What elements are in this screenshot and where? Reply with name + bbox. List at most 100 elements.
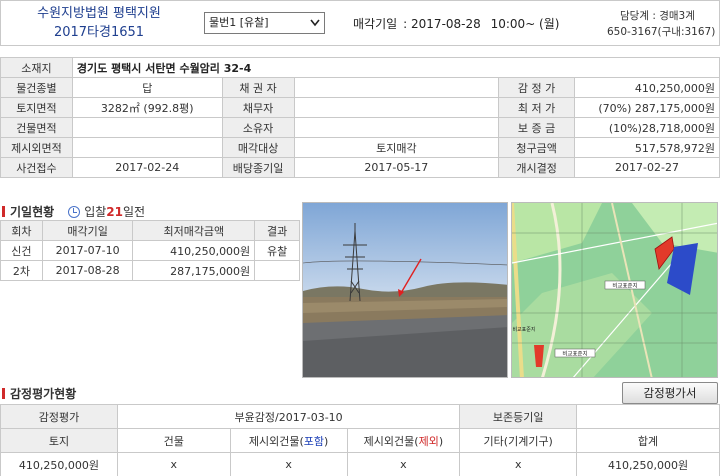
header-text: ) bbox=[324, 434, 329, 448]
column-header: 매각기일 bbox=[41, 220, 134, 241]
bid-history-heading: 기일현황 입찰21일전 bbox=[2, 203, 145, 220]
header-text: 제시외건물( bbox=[363, 434, 419, 448]
table-header-row: 토지 건물 제시외건물(포함) 제시외건물(제외) 기타(기계기구) 합계 bbox=[0, 428, 720, 453]
case-number: 2017타경1651 bbox=[53, 25, 145, 40]
days-prefix: 입찰 bbox=[84, 205, 107, 219]
cell-value: 답 bbox=[71, 77, 223, 98]
cell-value: 2017-05-17 bbox=[293, 157, 500, 178]
location-value: 경기도 평택시 서탄면 수월암리 32-4 bbox=[71, 57, 720, 78]
cell-value bbox=[293, 117, 500, 138]
map-label: 비교표준지 bbox=[562, 350, 587, 358]
cell-value bbox=[293, 77, 500, 98]
table-row: 감정평가 부윤감정/2017-03-10 보존등기일 bbox=[0, 404, 720, 429]
table-row: 토지면적 3282㎡ (992.8평) 채무자 최 저 가 (70%) 287,… bbox=[0, 97, 720, 118]
land-value: 410,250,000원 bbox=[0, 452, 118, 476]
appraisal-heading: 감정평가현황 bbox=[2, 385, 76, 402]
table-row: 소재지 경기도 평택시 서탄면 수월암리 32-4 bbox=[0, 57, 720, 78]
result: 유찰 bbox=[254, 240, 300, 261]
column-header: 제시외건물(제외) bbox=[346, 428, 461, 453]
table-row: 신건 2017-07-10 410,250,000원 유찰 bbox=[0, 240, 300, 261]
minimum-price: (70%) 287,175,000원 bbox=[574, 97, 720, 118]
header-text: 제시외건물( bbox=[248, 434, 304, 448]
column-header: 토지 bbox=[0, 428, 118, 453]
cell-label: 건물면적 bbox=[0, 117, 73, 138]
table-row: 2차 2017-08-28 287,175,000원 bbox=[0, 260, 300, 281]
map-label: 비교표준지 bbox=[512, 326, 535, 333]
sale-date: 2017-08-28 bbox=[41, 260, 134, 281]
cell-value: 2017-02-27 bbox=[574, 157, 720, 178]
table-header-row: 회차 매각기일 최저매각금액 결과 bbox=[0, 220, 300, 241]
header-highlight: 제외 bbox=[418, 434, 439, 448]
item-select[interactable]: 물번1 [유찰] bbox=[204, 12, 325, 34]
cell-value bbox=[71, 137, 223, 158]
deposit: (10%)28,718,000원 bbox=[574, 117, 720, 138]
cell-label: 제시외면적 bbox=[0, 137, 73, 158]
appraiser-date: 부윤감정/2017-03-10 bbox=[116, 404, 461, 429]
cell-label: 물건종별 bbox=[0, 77, 73, 98]
auction-date: : 2017-08-28 bbox=[403, 17, 481, 31]
etc-value: x bbox=[459, 452, 578, 476]
appraisal-report-button[interactable]: 감정평가서 bbox=[622, 382, 718, 404]
cell-value bbox=[71, 117, 223, 138]
column-header: 최저매각금액 bbox=[132, 220, 256, 241]
location-label: 소재지 bbox=[0, 57, 73, 78]
cell-value: 3282㎡ (992.8평) bbox=[71, 97, 223, 118]
table-row: 사건접수 2017-02-24 배당종기일 2017-05-17 개시결정 20… bbox=[0, 157, 720, 178]
header-text: ) bbox=[438, 434, 444, 448]
min-price: 287,175,000원 bbox=[132, 260, 256, 281]
map-label: 비교표준지 bbox=[612, 282, 637, 290]
days-suffix: 일전 bbox=[122, 205, 146, 219]
round: 2차 bbox=[0, 260, 43, 281]
column-header: 회차 bbox=[0, 220, 43, 241]
section-marker bbox=[2, 388, 5, 399]
cell-value bbox=[293, 97, 500, 118]
location-map[interactable]: 비교표준지 비교표준지 비교표준지 bbox=[511, 202, 718, 378]
bid-history-title: 기일현황 bbox=[10, 205, 55, 219]
claim-amount: 517,578,972원 bbox=[574, 137, 720, 158]
chevron-down-icon[interactable] bbox=[309, 14, 321, 39]
cell-value: 토지매각 bbox=[293, 137, 500, 158]
department-phone: 650-3167(구내:3167) bbox=[607, 26, 716, 38]
sale-date: 2017-07-10 bbox=[41, 240, 134, 261]
auction-time: 10:00~ (월) bbox=[490, 17, 560, 31]
auction-date-block: 매각기일: 2017-08-28 10:00~ (월) bbox=[353, 15, 565, 32]
property-photo[interactable] bbox=[302, 202, 508, 378]
department: 담당계 : 경매3계 bbox=[620, 10, 695, 22]
cell-label: 청구금액 bbox=[498, 137, 576, 158]
appraisal-title: 감정평가현황 bbox=[10, 387, 77, 401]
cell-label: 소유자 bbox=[221, 117, 295, 138]
table-row: 제시외면적 매각대상 토지매각 청구금액 517,578,972원 bbox=[0, 137, 720, 158]
column-header: 결과 bbox=[254, 220, 300, 241]
cell-label: 최 저 가 bbox=[498, 97, 576, 118]
section-marker bbox=[2, 206, 5, 217]
item-select-value: 물번1 [유찰] bbox=[209, 16, 269, 29]
column-header: 제시외건물(포함) bbox=[229, 428, 348, 453]
column-header: 기타(기계기구) bbox=[459, 428, 578, 453]
cell-label: 보 증 금 bbox=[498, 117, 576, 138]
cell-label: 감정평가 bbox=[0, 404, 118, 429]
extra-excl-value: x bbox=[346, 452, 461, 476]
appraisal-table: 감정평가 부윤감정/2017-03-10 보존등기일 토지 건물 제시외건물(포… bbox=[0, 404, 720, 476]
column-header: 합계 bbox=[576, 428, 720, 453]
property-info-table: 소재지 경기도 평택시 서탄면 수월암리 32-4 물건종별 답 채 권 자 감… bbox=[0, 57, 720, 178]
column-header: 건물 bbox=[116, 428, 231, 453]
appraisal-price: 410,250,000원 bbox=[574, 77, 720, 98]
court-title: 수원지방법원 평택지원 2017타경1651 bbox=[1, 1, 197, 45]
days-count: 21 bbox=[106, 205, 123, 219]
bid-history-table: 회차 매각기일 최저매각금액 결과 신건 2017-07-10 410,250,… bbox=[0, 220, 300, 281]
cell-label: 토지면적 bbox=[0, 97, 73, 118]
result bbox=[254, 260, 300, 281]
clock-icon bbox=[68, 206, 81, 218]
cell-value: 2017-02-24 bbox=[71, 157, 223, 178]
registration-date bbox=[576, 404, 720, 429]
table-row: 건물면적 소유자 보 증 금 (10%)28,718,000원 bbox=[0, 117, 720, 138]
cell-label: 배당종기일 bbox=[221, 157, 295, 178]
round: 신건 bbox=[0, 240, 43, 261]
department-info: 담당계 : 경매3계 650-3167(구내:3167) bbox=[607, 8, 717, 40]
cell-label: 채무자 bbox=[221, 97, 295, 118]
total-value: 410,250,000원 bbox=[576, 452, 720, 476]
cell-label: 채 권 자 bbox=[221, 77, 295, 98]
court-name: 수원지방법원 평택지원 bbox=[37, 6, 161, 21]
days-remaining: 입찰21일전 bbox=[64, 205, 145, 219]
cell-label: 개시결정 bbox=[498, 157, 576, 178]
